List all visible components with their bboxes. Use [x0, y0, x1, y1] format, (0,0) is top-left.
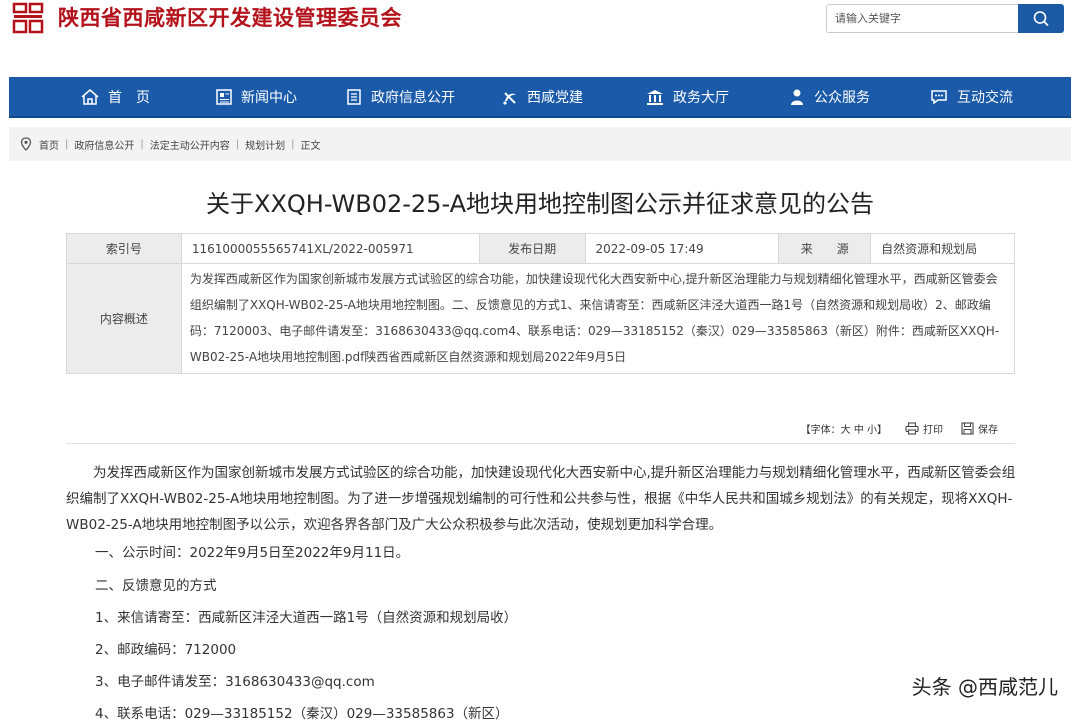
- breadcrumb-separator: |: [235, 138, 240, 150]
- location-pin-icon: [20, 137, 32, 151]
- government-building-icon: [647, 89, 663, 105]
- nav-item-service-hall[interactable]: 政务大厅: [645, 77, 729, 116]
- watermark-text: 头条 @西咸范儿: [911, 675, 1058, 699]
- user-service-icon: [791, 89, 803, 105]
- meta-row: 内容概述 为发挥西咸新区作为国家创新城市发展方式试验区的综合功能，加快建设现代化…: [66, 263, 1016, 374]
- content-divider: [66, 443, 1015, 444]
- breadcrumb: 首页 | 政府信息公开 | 法定主动公开内容 | 规划计划 | 正文: [9, 127, 1071, 161]
- emblem-logo: [12, 2, 44, 34]
- source-label: 来 源: [778, 233, 872, 264]
- nav-label: 西咸党建: [527, 89, 583, 106]
- article-line: 二、反馈意见的方式: [95, 578, 217, 594]
- date-value: 2022-09-05 17:49: [584, 233, 780, 264]
- save-button[interactable]: 保存: [961, 421, 998, 436]
- nav-item-home[interactable]: 首 页: [80, 77, 150, 116]
- nav-item-public-service[interactable]: 公众服务: [788, 77, 870, 116]
- summary-label: 内容概述: [66, 263, 182, 374]
- nav-label: 互动交流: [957, 89, 1013, 106]
- breadcrumb-separator: |: [65, 138, 69, 150]
- breadcrumb-home[interactable]: 首页: [39, 137, 59, 152]
- nav-item-interaction[interactable]: 互动交流: [929, 77, 1013, 116]
- article-line: 3、电子邮件请发至：3168630433@qq.com: [95, 674, 375, 690]
- print-label: 打印: [923, 425, 943, 436]
- breadcrumb-gov-info[interactable]: 政府信息公开: [74, 137, 134, 152]
- article-line: 1、来信请寄至：西咸新区沣泾大道西一路1号（自然资源和规划局收）: [95, 610, 518, 626]
- party-emblem-icon: [503, 91, 516, 105]
- main-nav: 首 页 新闻中心 政府信息公开 西咸党建 政务大厅 公众服务 互动交流: [9, 77, 1071, 118]
- index-label: 索引号: [66, 233, 182, 264]
- search-button[interactable]: [1018, 4, 1064, 33]
- home-icon: [81, 88, 99, 105]
- newspaper-icon: [216, 88, 232, 105]
- breadcrumb-statutory[interactable]: 法定主动公开内容: [150, 137, 230, 152]
- nav-label: 公众服务: [814, 89, 870, 106]
- article-intro-paragraph: 为发挥西咸新区作为国家创新城市发展方式试验区的综合功能，加快建设现代化大西安新中…: [66, 465, 1016, 533]
- breadcrumb-planning[interactable]: 规划计划: [245, 137, 285, 152]
- source-value: 自然资源和规划局: [870, 233, 1015, 264]
- article-title: 关于XXQH-WB02-25-A地块用地控制图公示并征求意见的公告: [206, 190, 874, 218]
- nav-label: 政府信息公开: [371, 89, 455, 106]
- breadcrumb-current: 正文: [300, 140, 321, 152]
- document-list-icon: [347, 88, 361, 105]
- nav-label: 政务大厅: [673, 89, 729, 106]
- save-label: 保存: [978, 425, 998, 436]
- search-box: [826, 4, 1066, 33]
- site-title: 陕西省西咸新区开发建设管理委员会: [58, 6, 402, 30]
- print-button[interactable]: 打印: [905, 421, 943, 436]
- article-meta-table: 索引号 1161000055565741XL/2022-005971 发布日期 …: [66, 233, 1016, 374]
- article-tools: 【字体：大 中 小】 打印 保存: [801, 421, 998, 436]
- date-label: 发布日期: [478, 233, 586, 264]
- chat-bubble-icon: [931, 89, 947, 104]
- nav-item-party[interactable]: 西咸党建: [501, 77, 583, 116]
- article-line: 4、联系电话：029—33185152（秦汉）029—33585863（新区）: [95, 706, 509, 722]
- breadcrumb-separator: |: [291, 138, 295, 150]
- summary-value: 为发挥西咸新区作为国家创新城市发展方式试验区的综合功能，加快建设现代化大西安新中…: [180, 263, 1016, 374]
- nav-item-gov-info[interactable]: 政府信息公开: [345, 77, 455, 116]
- breadcrumb-separator: |: [140, 138, 144, 150]
- nav-label: 首 页: [108, 89, 150, 106]
- printer-icon: [905, 422, 919, 435]
- article-line: 2、邮政编码：712000: [95, 642, 237, 658]
- index-value: 1161000055565741XL/2022-005971: [180, 233, 480, 264]
- nav-label: 新闻中心: [241, 89, 297, 106]
- search-input[interactable]: [826, 4, 1018, 33]
- font-size-toggle[interactable]: 【字体：大 中 小】: [801, 421, 887, 436]
- article-line: 一、公示时间：2022年9月5日至2022年9月11日。: [95, 545, 410, 561]
- save-icon: [961, 422, 974, 435]
- search-icon: [1033, 11, 1049, 26]
- nav-item-news[interactable]: 新闻中心: [215, 77, 297, 116]
- meta-row: 索引号 1161000055565741XL/2022-005971 发布日期 …: [66, 233, 1015, 264]
